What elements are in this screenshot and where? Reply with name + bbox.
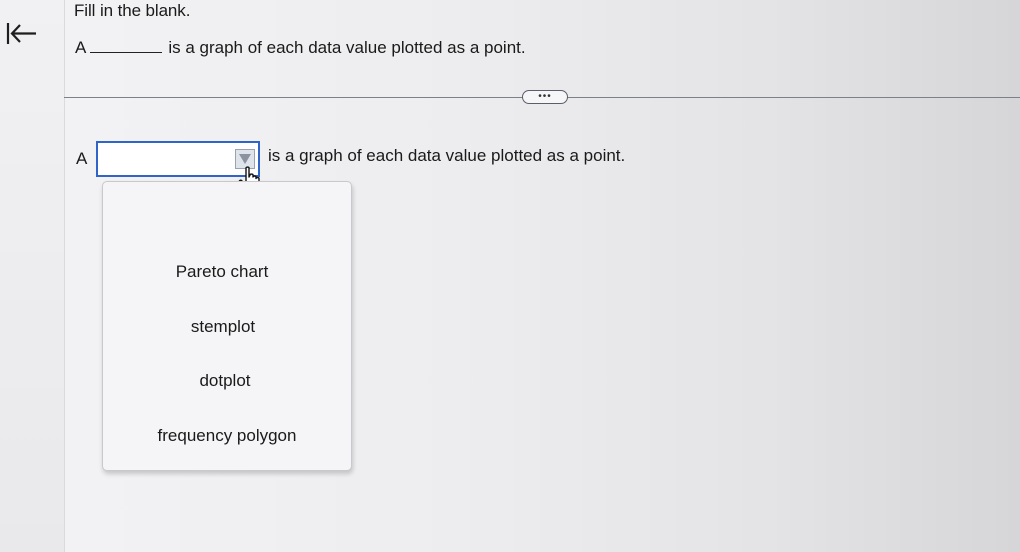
question-prefix: A <box>75 38 87 57</box>
instruction-text: Fill in the blank. <box>74 1 191 20</box>
answer-select[interactable] <box>96 141 260 177</box>
expand-more-button[interactable]: ••• <box>522 90 568 104</box>
answer-dropdown-menu: Pareto chart stemplot dotplot frequency … <box>102 181 352 471</box>
back-button[interactable] <box>2 18 40 50</box>
first-page-arrow-icon <box>6 23 36 44</box>
option-pareto-chart[interactable]: Pareto chart <box>98 262 346 282</box>
question-suffix: is a graph of each data value plotted as… <box>168 38 526 57</box>
question-sentence: A is a graph of each data value plotted … <box>75 38 526 58</box>
option-frequency-polygon[interactable]: frequency polygon <box>103 426 351 446</box>
answer-suffix: is a graph of each data value plotted as… <box>268 146 626 165</box>
chevron-down-icon <box>239 154 251 164</box>
answer-prefix: A <box>76 149 88 168</box>
option-dotplot[interactable]: dotplot <box>101 371 349 391</box>
left-rail <box>0 0 65 552</box>
option-stemplot[interactable]: stemplot <box>99 317 347 337</box>
question-blank <box>90 38 163 53</box>
